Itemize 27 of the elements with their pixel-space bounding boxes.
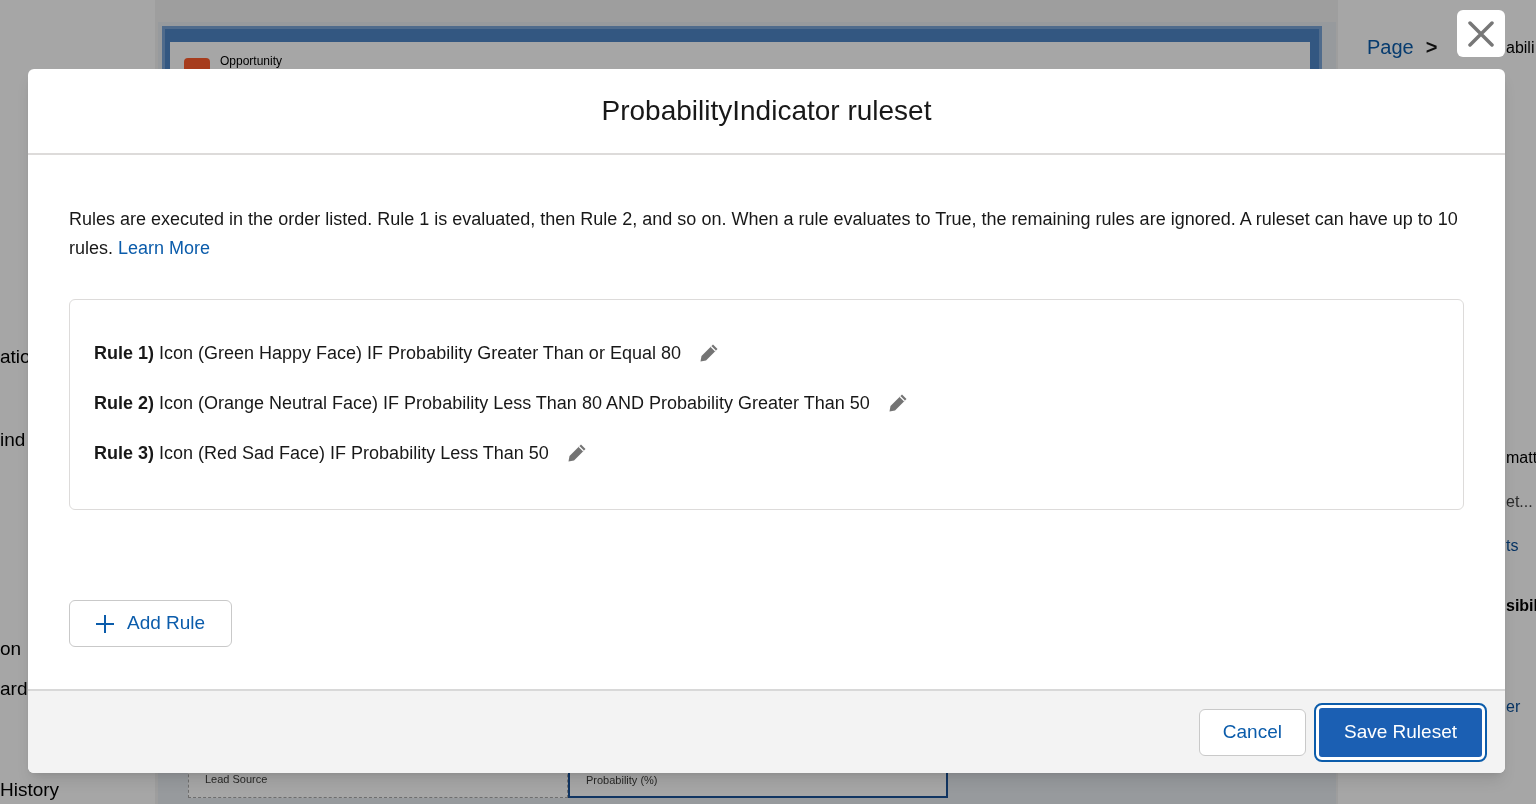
modal-title: ProbabilityIndicator ruleset bbox=[601, 94, 932, 128]
plus-icon bbox=[95, 613, 115, 634]
pencil-icon[interactable] bbox=[887, 393, 908, 413]
description-text: Rules are executed in the order listed. Rule 1 is evaluated, then Rule 2, and so on. When a rule evaluates to True, the remaining rules are ignored. A ruleset can have up to 10 rules. Learn More bbox=[69, 208, 1459, 260]
panel-label[interactable]: ts bbox=[1506, 534, 1519, 558]
breadcrumb-separator: > bbox=[1425, 35, 1438, 60]
cancel-button[interactable]: Cancel bbox=[1198, 708, 1306, 756]
save-button[interactable]: Save Ruleset bbox=[1316, 704, 1485, 760]
panel-label: ard bbox=[0, 677, 28, 701]
pencil-icon[interactable] bbox=[566, 443, 587, 463]
breadcrumb-link[interactable]: Page bbox=[1367, 32, 1414, 62]
panel-label: ind bbox=[0, 428, 26, 452]
panel-label: sibil bbox=[1506, 596, 1536, 616]
rule-text: Rule 3) Icon (Red Sad Face) IF Probability Less Than 50 bbox=[94, 441, 549, 465]
record-label: Opportunity bbox=[220, 54, 283, 68]
rule-text: Rule 1) Icon (Green Happy Face) IF Probability Greater Than or Equal 80 bbox=[94, 341, 681, 365]
rule-text: Rule 2) Icon (Orange Neutral Face) IF Probability Less Than 80 AND Probability Greater Than 50 bbox=[94, 391, 870, 415]
panel-label: on bbox=[0, 637, 22, 661]
add-rule-button[interactable]: Add Rule bbox=[69, 600, 232, 647]
panel-label: et... bbox=[1506, 492, 1533, 512]
pencil-icon[interactable] bbox=[698, 343, 719, 363]
breadcrumb-link[interactable]: abili bbox=[1506, 36, 1535, 60]
panel-label: History bbox=[0, 778, 60, 802]
panel-label[interactable]: er bbox=[1506, 695, 1521, 719]
close-icon bbox=[1468, 20, 1494, 47]
learn-more-link[interactable]: Learn More bbox=[118, 238, 211, 258]
close-button[interactable] bbox=[1457, 10, 1505, 57]
